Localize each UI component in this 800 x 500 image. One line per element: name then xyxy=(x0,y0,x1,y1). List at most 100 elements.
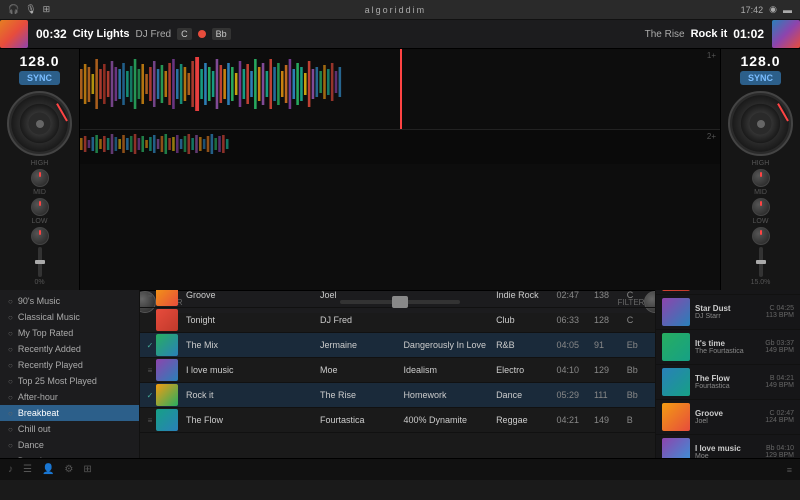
top-bar-right: 17:42 ◉ ▬ xyxy=(741,4,792,15)
high-knob-left[interactable] xyxy=(31,169,49,187)
playlist-item-breakbeat[interactable]: ○ Breakbeat xyxy=(0,405,139,421)
bottom-icon-list[interactable]: ☰ xyxy=(23,464,32,475)
track-name-3: The Mix xyxy=(182,338,316,352)
bottom-right-icons: ≡ xyxy=(787,465,792,475)
playlist-item-detroit[interactable]: ○ Detroit xyxy=(0,453,139,458)
row-drag-4: ≡ xyxy=(144,366,156,375)
table-row[interactable]: ✓ The Mix Jermaine Dangerously In Love R… xyxy=(140,333,655,358)
queue-info-theflow: The Flow Fourtastica xyxy=(695,374,760,390)
playlist-icon-recentlyadded: ○ xyxy=(8,345,13,354)
track-name-2: Tonight xyxy=(182,313,316,327)
queue-item[interactable]: Star Dust DJ Starr C 04:25113 BPM xyxy=(656,295,800,330)
queue-item[interactable]: The Flow Fourtastica B 04:21149 BPM xyxy=(656,365,800,400)
mic-icon: 🎙 xyxy=(25,4,36,15)
playlist-item-classical[interactable]: ○ Classical Music xyxy=(0,309,139,325)
playlist-label-recentlyplayed: Recently Played xyxy=(18,360,83,370)
left-sync-button[interactable]: SYNC xyxy=(19,71,60,85)
right-deck: 128.0 SYNC HIGH MID LOW 15.0% xyxy=(720,49,800,290)
track-thumb-2 xyxy=(156,309,178,331)
deck-left-trackname: City Lights xyxy=(73,28,130,40)
track-genre-3: R&B xyxy=(492,338,552,352)
playlist-item-dance[interactable]: ○ Dance xyxy=(0,437,139,453)
left-deck: 128.0 SYNC HIGH MID LOW 0% xyxy=(0,49,80,290)
queue-meta-groove: C 02:47124 BPM xyxy=(765,410,794,424)
left-pitch-slider[interactable] xyxy=(38,247,42,277)
track-thumb-5 xyxy=(156,384,178,406)
playlist-item-recentlyplayed[interactable]: ○ Recently Played xyxy=(0,357,139,373)
app-title: algoriddim xyxy=(365,5,427,15)
track-bpm-2: 128 xyxy=(590,313,623,327)
mini-waveform-area[interactable]: 2+ xyxy=(80,129,720,164)
table-row[interactable]: ≡ The Flow Fourtastica 400% Dynamite Reg… xyxy=(140,408,655,433)
wifi-icon: ◉ xyxy=(769,4,777,15)
waveform-display-top[interactable]: 1+ xyxy=(80,49,720,129)
left-turntable[interactable] xyxy=(7,91,72,156)
playlist-item-90s[interactable]: ○ 90's Music xyxy=(0,293,139,309)
turntable-needle-left xyxy=(56,103,68,121)
right-sync-button[interactable]: SYNC xyxy=(740,71,781,85)
deck-right-time: 01:02 xyxy=(733,27,764,41)
playlist-item-recentlyadded[interactable]: ○ Recently Added xyxy=(0,341,139,357)
queue-meta-stardust: C 04:25113 BPM xyxy=(766,305,794,319)
track-key-2: C xyxy=(623,313,651,327)
table-row[interactable]: ≡ I love music Moe Idealism Electro 04:1… xyxy=(140,358,655,383)
track-bpm-4: 129 xyxy=(590,363,623,377)
table-row[interactable]: Tonight DJ Fred Club 06:33 128 C xyxy=(140,308,655,333)
playlist-icon-classical: ○ xyxy=(8,313,13,322)
queue-thumb-groove xyxy=(662,403,690,431)
track-genre-5: Dance xyxy=(492,388,552,402)
playlist-item-toprated[interactable]: ○ My Top Rated xyxy=(0,325,139,341)
bottom-icon-right: ≡ xyxy=(787,465,792,475)
playlist-item-afterhour[interactable]: ○ After-hour xyxy=(0,389,139,405)
crossfader[interactable] xyxy=(340,300,460,304)
playlist-label-detroit: Detroit xyxy=(18,456,45,458)
bottom-icon-grid[interactable]: ⊞ xyxy=(83,464,91,475)
track-artist-6: Fourtastica xyxy=(316,413,399,427)
track-info-left: 00:32 City Lights DJ Fred C Bb xyxy=(28,27,408,41)
mid-knob-right[interactable] xyxy=(752,198,770,216)
low-knob-left[interactable] xyxy=(31,227,49,245)
queue-thumb-theflow xyxy=(662,368,690,396)
queue-artist-theflow: Fourtastica xyxy=(695,383,760,390)
high-knob-right[interactable] xyxy=(752,169,770,187)
track-album-2 xyxy=(399,318,492,322)
playlist-label-90s: 90's Music xyxy=(18,296,60,306)
queue-info-groove: Groove Joel xyxy=(695,409,760,425)
crossfader-thumb[interactable] xyxy=(392,296,408,308)
queue-item[interactable]: It's time The Fourtastica Gb 03:37149 BP… xyxy=(656,330,800,365)
table-row[interactable]: ✓ Rock it The Rise Homework Dance 05:29 … xyxy=(140,383,655,408)
queue-item[interactable]: I love music Moe Bb 04:10129 BPM xyxy=(656,435,800,458)
track-bpm-3: 91 xyxy=(590,338,623,352)
track-thumb-3 xyxy=(156,334,178,356)
turntable-needle-right xyxy=(777,103,789,121)
album-art-left xyxy=(0,20,28,48)
bottom-icon-music[interactable]: ♪ xyxy=(8,464,13,475)
track-key-5: Bb xyxy=(623,388,651,402)
track-name-5: Rock it xyxy=(182,388,316,402)
bottom-icon-person[interactable]: 👤 xyxy=(42,464,54,475)
rec-dot-left xyxy=(198,30,206,38)
mid-knob-left[interactable] xyxy=(31,198,49,216)
track-time-1: 02:47 xyxy=(553,288,590,302)
row-drag-6: ≡ xyxy=(144,416,156,425)
track-name-6: The Flow xyxy=(182,413,316,427)
right-turntable[interactable] xyxy=(728,91,793,156)
track-key-1: C xyxy=(623,288,651,302)
low-knob-right[interactable] xyxy=(752,227,770,245)
high-label-right: HIGH xyxy=(752,160,770,167)
track-genre-1: Indie Rock xyxy=(492,288,552,302)
queue-item[interactable]: Groove Joel C 02:47124 BPM xyxy=(656,400,800,435)
right-pitch-slider[interactable] xyxy=(759,247,763,277)
queue-meta-theflow: B 04:21149 BPM xyxy=(765,375,794,389)
deck-left-artist: DJ Fred xyxy=(136,29,172,40)
track-album-4: Idealism xyxy=(399,363,492,377)
waveform-section: 128.0 SYNC HIGH MID LOW 0% xyxy=(0,49,800,290)
queue-title-ilovem: I love music xyxy=(695,444,760,453)
playlist-item-top25[interactable]: ○ Top 25 Most Played xyxy=(0,373,139,389)
low-label-left: LOW xyxy=(32,218,48,225)
track-bpm-1: 138 xyxy=(590,288,623,302)
playlist-item-chillout[interactable]: ○ Chill out xyxy=(0,421,139,437)
deck-right-sub: Rock it xyxy=(691,28,728,40)
track-time-6: 04:21 xyxy=(553,413,590,427)
bottom-icon-settings[interactable]: ⚙ xyxy=(64,464,73,475)
